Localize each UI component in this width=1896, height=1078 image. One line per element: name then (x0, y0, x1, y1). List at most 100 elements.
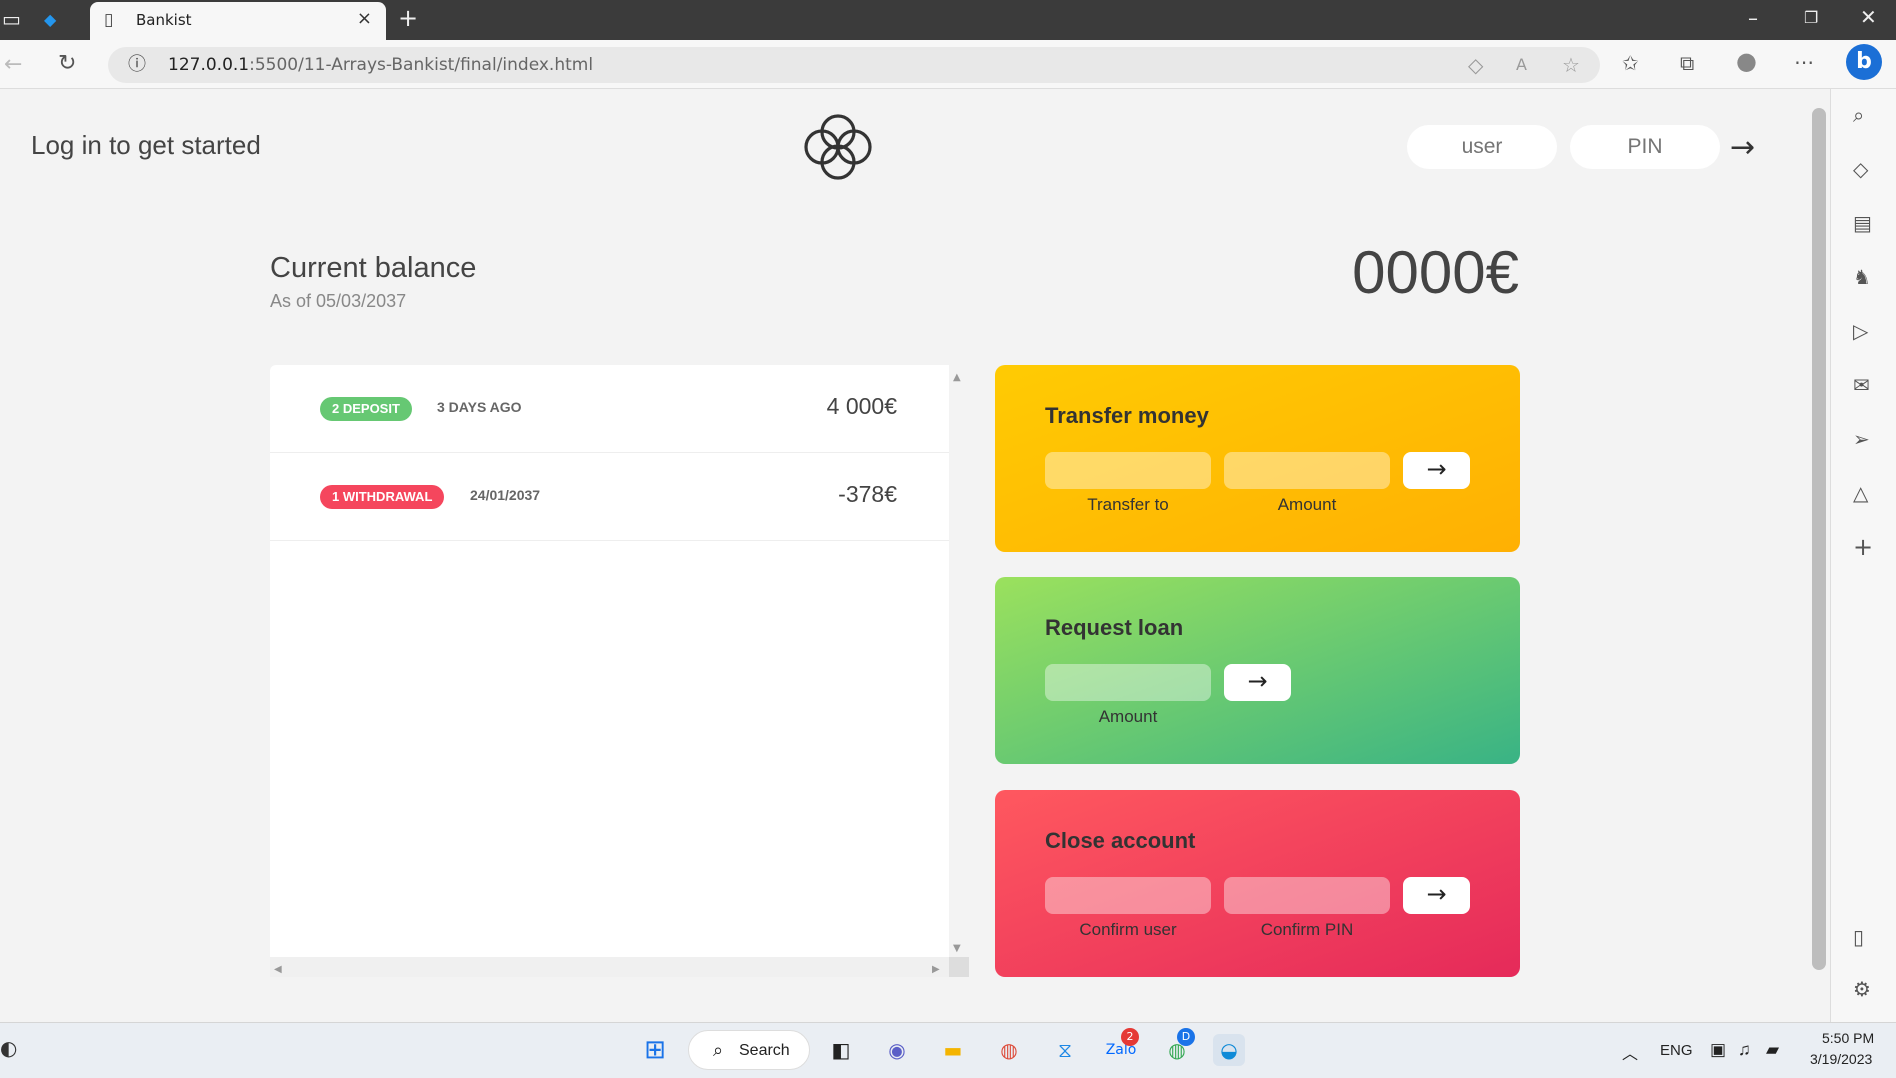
favorites-icon[interactable]: ✩ (1622, 53, 1639, 73)
edge-icon[interactable]: ◒ (1213, 1034, 1245, 1066)
movement-type-badge: 1 WITHDRAWAL (320, 485, 445, 509)
display-icon[interactable]: ▣ (1710, 1040, 1726, 1060)
windows-start-icon[interactable]: ⊞ (639, 1034, 671, 1066)
url-host: 127.0.0.1 (168, 55, 250, 75)
transfer-amount-label: Amount (1277, 495, 1337, 514)
tab-title: Bankist (136, 11, 192, 29)
bing-icon[interactable]: b (1846, 44, 1882, 80)
add-icon[interactable]: + (1853, 535, 1873, 559)
docker-icon[interactable]: ◆ (44, 10, 56, 30)
browser-tab-bar: ▭ ◆ ▯ Bankist × + – ❐ ✕ (0, 0, 1896, 40)
operation-loan: Request loan → Amount (995, 577, 1520, 764)
url-path: :5500/11-Arrays-Bankist/final/index.html (249, 55, 594, 75)
refresh-icon[interactable]: ↻ (58, 53, 76, 75)
read-aloud-icon[interactable]: A (1516, 55, 1527, 75)
chrome-icon[interactable]: ◍ (993, 1034, 1025, 1066)
info-icon: ⓘ (128, 54, 146, 75)
movements-horizontal-scrollbar[interactable]: ◀ ▶ (270, 957, 949, 977)
volume-icon[interactable]: ♫ (1738, 1040, 1751, 1060)
balance-label: Current balance (270, 252, 477, 284)
movement-value: 4 000€ (826, 393, 897, 419)
plus-icon[interactable]: + (398, 6, 418, 30)
tab-bankist[interactable]: ▯ Bankist × (90, 2, 386, 40)
profile-icon[interactable]: ● (1736, 49, 1757, 73)
scroll-up-icon[interactable]: ▲ (953, 368, 961, 388)
page-scrollbar-thumb[interactable] (1812, 108, 1826, 970)
close-pin-label: Confirm PIN (1260, 920, 1354, 939)
taskbar-search-label: Search (739, 1042, 790, 1059)
close-icon[interactable]: × (357, 8, 372, 29)
games-icon[interactable]: ♞ (1853, 267, 1871, 287)
sidebar-toggle-icon[interactable]: ▭ (2, 9, 21, 29)
collections-icon[interactable]: ⧉ (1680, 53, 1694, 73)
scroll-left-icon[interactable]: ◀ (274, 960, 282, 980)
scroll-right-icon[interactable]: ▶ (932, 960, 940, 980)
balance-date-value: 05/03/2037 (316, 291, 407, 311)
close-user-label: Confirm user (1079, 920, 1177, 939)
task-view-icon[interactable]: ◧ (825, 1034, 857, 1066)
weather-icon[interactable]: ◐ (0, 1038, 17, 1058)
minimize-icon[interactable]: – (1748, 8, 1758, 28)
drop-icon[interactable]: △ (1853, 483, 1868, 503)
tag-icon[interactable]: ◇ (1468, 55, 1483, 75)
movement-date: 24/01/2037 (470, 487, 541, 503)
vscode-icon[interactable]: ⧖ (1049, 1034, 1081, 1066)
favorite-add-icon[interactable]: ☆ (1562, 55, 1580, 75)
transfer-to-input[interactable] (1045, 452, 1211, 489)
search-icon: ⌕ (713, 1040, 724, 1060)
office-icon[interactable]: ▷ (1853, 321, 1868, 341)
loan-title: Request loan (1045, 615, 1184, 640)
chevron-up-icon[interactable]: ︿ (1622, 1040, 1638, 1064)
search-icon[interactable]: ⌕ (1853, 105, 1864, 125)
scroll-down-icon[interactable]: ▼ (953, 939, 961, 959)
back-icon[interactable]: ← (4, 54, 22, 76)
taskbar-search[interactable]: ⌕ Search (688, 1030, 810, 1070)
url-text: 127.0.0.1:5500/11-Arrays-Bankist/final/i… (168, 55, 593, 75)
movements-vertical-scrollbar[interactable]: ▲ ▼ (949, 365, 969, 957)
loan-amount-label: Amount (1098, 707, 1158, 726)
movement-row: 2 DEPOSIT 3 DAYS AGO 4 000€ (270, 365, 949, 453)
url-field[interactable]: ⓘ 127.0.0.1:5500/11-Arrays-Bankist/final… (108, 47, 1600, 83)
language-indicator[interactable]: ENG (1660, 1042, 1693, 1059)
tools-icon[interactable]: ▤ (1853, 213, 1872, 233)
movement-row: 1 WITHDRAWAL 24/01/2037 -378€ (270, 453, 949, 541)
page-icon: ▯ (104, 10, 114, 30)
movement-date: 3 DAYS AGO (437, 399, 522, 415)
bankist-logo-icon (804, 114, 872, 180)
close-title: Close account (1045, 828, 1196, 853)
movement-value: -378€ (838, 481, 897, 507)
send-icon[interactable]: ➢ (1853, 429, 1870, 449)
operation-transfer: Transfer money → Transfer to Amount (995, 365, 1520, 552)
welcome-message: Log in to get started (31, 130, 261, 160)
transfer-to-label: Transfer to (1087, 495, 1169, 514)
shopping-icon[interactable]: ◇ (1853, 159, 1868, 179)
close-submit-button[interactable]: → (1403, 877, 1470, 914)
close-user-input[interactable] (1045, 877, 1211, 914)
outlook-icon[interactable]: ✉ (1853, 375, 1870, 395)
teams-chat-icon[interactable]: ◉ (881, 1034, 913, 1066)
edge-sidebar: ⌕ ◇ ▤ ♞ ▷ ✉ ➢ △ + ▯ ⚙ (1830, 89, 1896, 1022)
login-user-input[interactable] (1407, 125, 1557, 169)
loan-amount-input[interactable] (1045, 664, 1211, 701)
split-screen-icon[interactable]: ▯ (1853, 927, 1864, 947)
close-pin-input[interactable] (1224, 877, 1390, 914)
transfer-amount-input[interactable] (1224, 452, 1390, 489)
clock-date[interactable]: 3/19/2023 (1810, 1051, 1872, 1067)
settings-icon[interactable]: ⚙ (1853, 979, 1871, 999)
loan-submit-button[interactable]: → (1224, 664, 1291, 701)
balance-date-prefix: As of (270, 291, 317, 311)
movements-list[interactable]: 2 DEPOSIT 3 DAYS AGO 4 000€ 1 WITHDRAWAL… (270, 365, 949, 957)
movement-type-badge: 2 DEPOSIT (320, 397, 412, 421)
close-window-icon[interactable]: ✕ (1860, 7, 1877, 27)
operation-close: Close account → Confirm user Confirm PIN (995, 790, 1520, 977)
login-button[interactable]: → (1730, 130, 1755, 165)
zalo-notification-badge: 2 (1121, 1028, 1139, 1046)
clock-time[interactable]: 5:50 PM (1822, 1030, 1874, 1046)
file-explorer-icon[interactable]: ▬ (937, 1034, 969, 1066)
battery-icon[interactable]: ▰ (1766, 1040, 1779, 1060)
login-pin-input[interactable] (1570, 125, 1720, 169)
restore-icon[interactable]: ❐ (1804, 8, 1818, 28)
chrome-profile-badge: D (1177, 1028, 1195, 1046)
more-icon[interactable]: ⋯ (1794, 52, 1814, 72)
transfer-submit-button[interactable]: → (1403, 452, 1470, 489)
